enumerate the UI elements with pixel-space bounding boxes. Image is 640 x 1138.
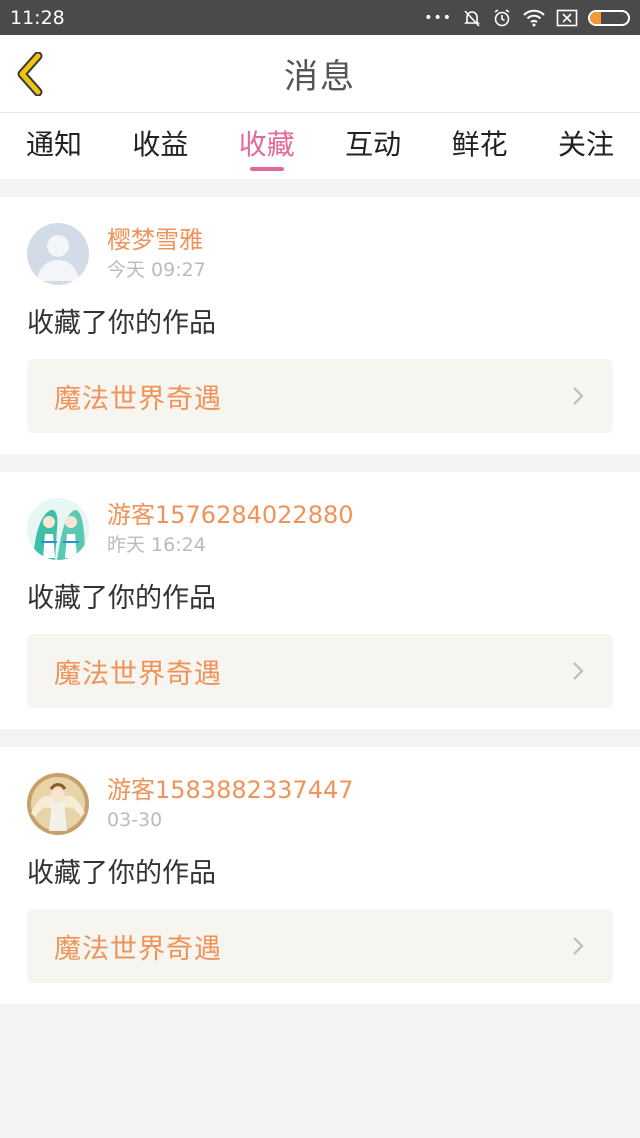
alarm-icon xyxy=(494,8,510,26)
default-avatar-icon xyxy=(27,223,89,285)
chevron-right-icon xyxy=(571,660,585,682)
avatar[interactable] xyxy=(27,773,89,835)
username[interactable]: 樱梦雪雅 xyxy=(107,225,206,255)
action-text: 收藏了你的作品 xyxy=(27,583,216,614)
work-link[interactable]: 魔法世界奇遇 xyxy=(27,634,613,708)
avatar[interactable] xyxy=(27,498,89,560)
wifi-icon xyxy=(523,9,545,26)
anime-avatar-icon xyxy=(27,498,89,560)
message-time: 昨天 16:24 xyxy=(107,534,206,556)
work-title: 魔法世界奇遇 xyxy=(54,658,222,690)
message-header: 樱梦雪雅 今天 09:27 xyxy=(27,197,613,285)
tab-favorites[interactable]: 收藏 xyxy=(239,113,295,179)
message-card: 游客1576284022880 昨天 16:24 收藏了你的作品 魔法世界奇遇 xyxy=(0,472,640,729)
more-dots-icon: ••• xyxy=(424,9,452,26)
user-meta: 樱梦雪雅 今天 09:27 xyxy=(107,225,206,282)
status-time: 11:28 xyxy=(10,6,65,29)
status-bar: 11:28 ••• xyxy=(0,0,640,35)
tab-spacer xyxy=(0,179,640,197)
work-title: 魔法世界奇遇 xyxy=(54,933,222,965)
page-title: 消息 xyxy=(284,57,356,97)
work-link[interactable]: 魔法世界奇遇 xyxy=(27,909,613,983)
chevron-right-icon xyxy=(571,935,585,957)
work-title: 魔法世界奇遇 xyxy=(54,383,222,415)
action-text: 收藏了你的作品 xyxy=(27,308,216,339)
chevron-left-icon[interactable] xyxy=(14,52,48,96)
message-header: 游客1576284022880 昨天 16:24 xyxy=(27,472,613,560)
username[interactable]: 游客1576284022880 xyxy=(107,500,354,530)
message-time: 今天 09:27 xyxy=(107,259,206,281)
mute-bell-icon xyxy=(464,9,480,27)
message-card: 樱梦雪雅 今天 09:27 收藏了你的作品 魔法世界奇遇 xyxy=(0,197,640,454)
header-bar: 消息 xyxy=(0,35,640,113)
action-text: 收藏了你的作品 xyxy=(27,858,216,889)
user-meta: 游客1583882337447 03-30 xyxy=(107,775,354,832)
tab-notifications[interactable]: 通知 xyxy=(26,113,82,179)
user-meta: 游客1576284022880 昨天 16:24 xyxy=(107,500,354,557)
battery-icon xyxy=(588,9,630,26)
avatar[interactable] xyxy=(27,223,89,285)
battery-level xyxy=(590,11,602,24)
chevron-right-icon xyxy=(571,385,585,407)
back-button[interactable] xyxy=(14,51,54,97)
message-card: 游客1583882337447 03-30 收藏了你的作品 魔法世界奇遇 xyxy=(0,747,640,1004)
tab-bar: 通知 收益 收藏 互动 鲜花 关注 xyxy=(0,113,640,179)
status-icons: ••• xyxy=(424,8,630,28)
tab-follows[interactable]: 关注 xyxy=(558,113,614,179)
message-time: 03-30 xyxy=(107,809,163,831)
work-link[interactable]: 魔法世界奇遇 xyxy=(27,359,613,433)
message-header: 游客1583882337447 03-30 xyxy=(27,747,613,835)
tab-interactions[interactable]: 互动 xyxy=(345,113,401,179)
username[interactable]: 游客1583882337447 xyxy=(107,775,354,805)
sim-x-icon xyxy=(556,9,578,26)
tab-flowers[interactable]: 鲜花 xyxy=(452,113,508,179)
anime-avatar-icon xyxy=(27,773,89,835)
tab-earnings[interactable]: 收益 xyxy=(132,113,188,179)
